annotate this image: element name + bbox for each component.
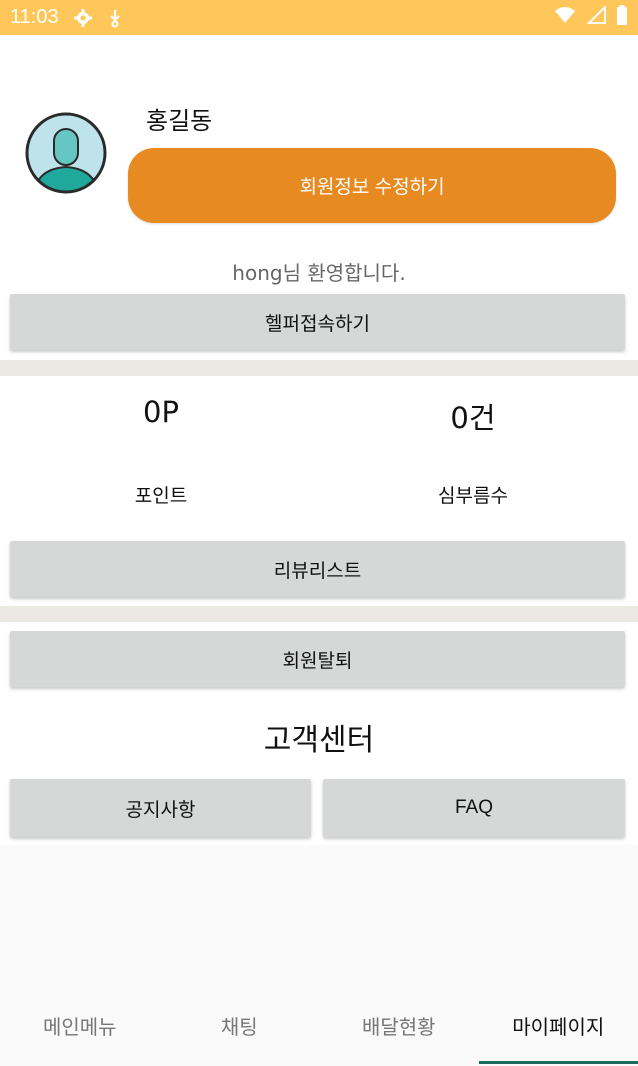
review-list-button[interactable]: 리뷰리스트 bbox=[10, 541, 625, 597]
user-name: 홍길동 bbox=[146, 107, 213, 135]
avatar[interactable] bbox=[24, 111, 108, 195]
status-bar: 11:03 bbox=[0, 0, 638, 35]
status-time: 11:03 bbox=[10, 6, 59, 28]
edit-profile-button[interactable]: 회원정보 수정하기 bbox=[128, 148, 616, 223]
errands-label: 심부름수 bbox=[438, 485, 508, 507]
helper-login-button[interactable]: 헬퍼접속하기 bbox=[10, 294, 625, 350]
tab-label: 마이페이지 bbox=[512, 1014, 605, 1039]
tab-label: 배달현황 bbox=[361, 1014, 436, 1039]
tab-chat[interactable]: 채팅 bbox=[160, 990, 320, 1066]
faq-button[interactable]: FAQ bbox=[323, 779, 625, 837]
notice-button[interactable]: 공지사항 bbox=[10, 779, 311, 837]
download-icon bbox=[107, 8, 123, 28]
withdraw-button[interactable]: 회원탈퇴 bbox=[10, 631, 625, 687]
welcome-message: hong님 환영합니다. bbox=[232, 261, 406, 285]
gear-icon bbox=[73, 8, 93, 28]
tab-delivery-status[interactable]: 배달현황 bbox=[319, 990, 479, 1066]
battery-icon bbox=[616, 5, 628, 30]
customer-center-title: 고객센터 bbox=[263, 723, 375, 758]
errands-value: 0건 bbox=[450, 401, 496, 435]
bottom-navigation: 메인메뉴 채팅 배달현황 마이페이지 bbox=[0, 990, 638, 1066]
tab-label: 채팅 bbox=[220, 1014, 258, 1039]
section-divider bbox=[0, 606, 638, 622]
mypage-content: 홍길동 회원정보 수정하기 hong님 환영합니다. 헬퍼접속하기 0P 0건 … bbox=[0, 35, 638, 845]
tab-my-page[interactable]: 마이페이지 bbox=[478, 990, 638, 1066]
wifi-icon bbox=[554, 6, 576, 29]
tab-label: 메인메뉴 bbox=[42, 1014, 117, 1039]
tab-main-menu[interactable]: 메인메뉴 bbox=[0, 990, 160, 1066]
points-value: 0P bbox=[143, 395, 179, 429]
section-divider bbox=[0, 360, 638, 376]
signal-icon bbox=[586, 4, 606, 29]
points-label: 포인트 bbox=[134, 485, 188, 507]
